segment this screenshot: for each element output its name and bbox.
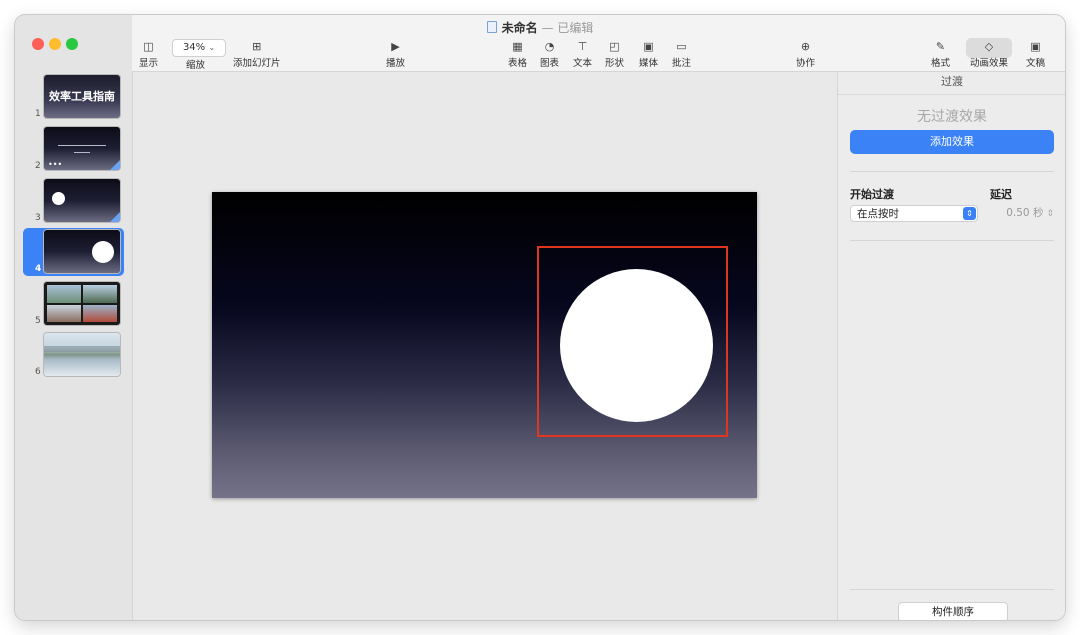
- zoom-window-button[interactable]: [66, 38, 78, 50]
- slide-navigator: 1 效率工具指南 2 ••• 3 4 5 6: [15, 15, 133, 620]
- format-label: 格式: [931, 58, 951, 69]
- slide-thumbnail-3[interactable]: 3: [15, 177, 132, 225]
- chart-label: 图表: [540, 58, 560, 69]
- close-window-button[interactable]: [32, 38, 44, 50]
- photo-thumbnail: [83, 305, 117, 322]
- comment-button[interactable]: ▭ 批注: [672, 40, 692, 70]
- slide-number: 5: [35, 316, 41, 326]
- divider: [850, 240, 1054, 241]
- transition-indicator-icon: [110, 212, 120, 222]
- photo-thumbnail: [47, 305, 81, 322]
- text-label: 文本: [573, 58, 593, 69]
- zoom-label: 缩放: [186, 60, 206, 71]
- play-icon: ▶: [391, 40, 400, 53]
- shape-icon: ◰: [609, 40, 620, 53]
- mountain-shape: [44, 346, 120, 352]
- comment-icon: ▭: [676, 40, 687, 53]
- paintbrush-icon: ✎: [935, 40, 946, 53]
- media-icon: ▣: [643, 40, 654, 53]
- dots-icon: •••: [48, 160, 63, 169]
- document-label: 文稿: [1026, 58, 1046, 69]
- photo-thumbnail: [83, 285, 117, 303]
- text-icon: ⊤: [577, 40, 588, 53]
- shape-button[interactable]: ◰ 形状: [605, 40, 625, 70]
- slide-thumbnail-5[interactable]: 5: [15, 280, 132, 328]
- slide-number: 1: [35, 109, 41, 119]
- document-name: 未命名: [501, 21, 538, 35]
- no-effect-text: 无过渡效果: [917, 109, 987, 125]
- app-window: 1 效率工具指南 2 ••• 3 4 5 6 未命名 — 已编辑 ◫ 显示 34…: [15, 15, 1065, 620]
- collaborate-icon: ⊕: [800, 40, 811, 53]
- table-button[interactable]: ▦ 表格: [508, 40, 528, 70]
- slide-thumbnail-4[interactable]: 4: [15, 228, 132, 276]
- media-label: 媒体: [639, 58, 659, 69]
- add-slide-label: 添加幻灯片: [233, 58, 281, 69]
- slide-number: 3: [35, 213, 41, 223]
- text-placeholder: [58, 145, 106, 146]
- current-slide[interactable]: [212, 192, 757, 498]
- sidebar-icon: ◫: [143, 40, 154, 53]
- delay-stepper[interactable]: 0.50 秒 ⇕: [988, 205, 1054, 222]
- chart-button[interactable]: ◔ 图表: [540, 40, 560, 70]
- table-icon: ▦: [512, 40, 523, 53]
- comment-label: 批注: [672, 58, 692, 69]
- document-panel-icon: ▣: [1030, 40, 1041, 53]
- start-transition-select[interactable]: 在点按时 ⇕: [850, 205, 978, 222]
- collaborate-button[interactable]: ⊕ 协作: [796, 40, 816, 70]
- title-separator: —: [541, 21, 554, 35]
- updown-chevron-icon: ⇕: [963, 207, 976, 220]
- add-slide-icon: ⊞: [252, 40, 262, 53]
- edited-status: 已编辑: [557, 21, 594, 35]
- add-slide-button[interactable]: ⊞ 添加幻灯片: [233, 40, 281, 70]
- inspector-panel: 过渡 无过渡效果 添加效果 开始过渡 延迟 在点按时 ⇕ 0.50 秒 ⇕ 构件顺…: [837, 72, 1065, 620]
- divider: [850, 171, 1054, 172]
- shape-label: 形状: [605, 58, 625, 69]
- view-label: 显示: [139, 58, 159, 69]
- object-selection-box[interactable]: [537, 246, 728, 437]
- transition-indicator-icon: [110, 160, 120, 170]
- text-button[interactable]: ⊤ 文本: [573, 40, 593, 70]
- document-icon: [486, 21, 497, 33]
- start-transition-value: 在点按时: [857, 208, 899, 220]
- build-order-button[interactable]: 构件顺序: [898, 602, 1008, 620]
- slide-thumbnail-1[interactable]: 1 效率工具指南: [15, 73, 132, 121]
- media-button[interactable]: ▣ 媒体: [639, 40, 659, 70]
- slide-number: 6: [35, 367, 41, 377]
- divider: [850, 589, 1054, 590]
- play-label: 播放: [386, 58, 406, 69]
- circle-shape: [92, 241, 114, 263]
- circle-shape[interactable]: [560, 269, 713, 422]
- circle-shape: [52, 192, 65, 205]
- document-button[interactable]: ▣ 文稿: [1026, 40, 1046, 70]
- diamond-icon: ◇: [984, 40, 994, 53]
- delay-value: 0.50 秒: [1006, 207, 1044, 219]
- delay-label: 延迟: [990, 188, 1012, 201]
- slide-thumbnail-2[interactable]: 2 •••: [15, 125, 132, 173]
- chart-icon: ◔: [544, 40, 555, 53]
- chevron-down-icon: ⌄: [208, 43, 216, 52]
- animate-label: 动画效果: [970, 58, 1009, 69]
- slide-canvas[interactable]: [133, 72, 837, 620]
- text-placeholder: [74, 152, 90, 153]
- slide-number: 2: [35, 161, 41, 171]
- zoom-value: 34%: [182, 42, 206, 53]
- slide-number: 4: [35, 264, 42, 274]
- format-button[interactable]: ✎ 格式: [931, 40, 951, 70]
- window-title: 未命名 — 已编辑: [15, 19, 1065, 36]
- zoom-label-wrap: 缩放: [186, 57, 205, 71]
- stepper-icon[interactable]: ⇕: [1046, 209, 1054, 219]
- view-button[interactable]: ◫ 显示: [139, 40, 159, 70]
- collaborate-label: 协作: [796, 58, 816, 69]
- table-label: 表格: [508, 58, 528, 69]
- animate-button[interactable]: ◇ 动画效果: [970, 40, 1009, 70]
- slide-title: 效率工具指南: [49, 90, 115, 103]
- play-button[interactable]: ▶ 播放: [386, 40, 406, 70]
- minimize-window-button[interactable]: [49, 38, 61, 50]
- add-effect-button[interactable]: 添加效果: [850, 130, 1054, 154]
- photo-thumbnail: [47, 285, 81, 303]
- zoom-select[interactable]: 34% ⌄: [172, 39, 226, 57]
- slide-thumbnail-6[interactable]: 6: [15, 331, 132, 379]
- tab-transition[interactable]: 过渡: [838, 72, 1065, 95]
- start-transition-label: 开始过渡: [850, 188, 894, 201]
